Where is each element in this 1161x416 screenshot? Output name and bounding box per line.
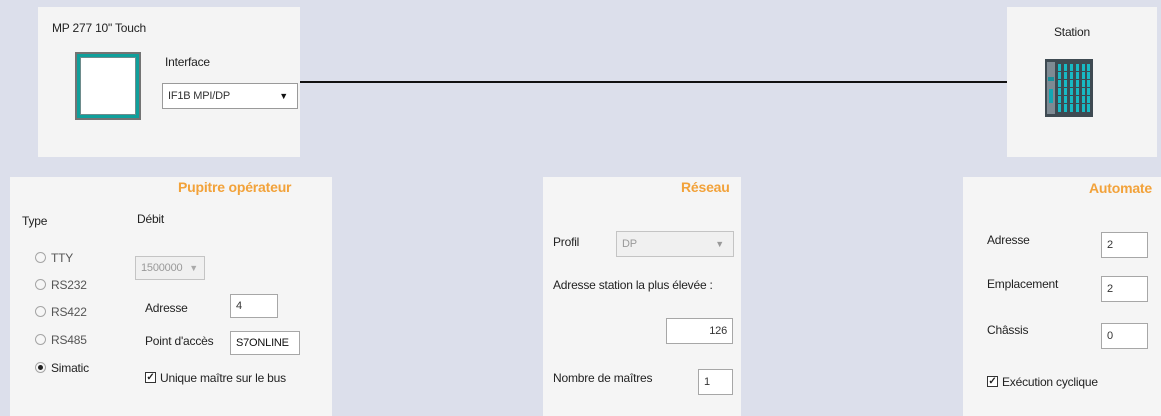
type-option-rs422[interactable]: RS422	[35, 305, 125, 321]
type-label: Type	[22, 214, 48, 228]
access-point-label: Point d'accès	[145, 334, 214, 348]
debit-select-value: 1500000	[141, 262, 183, 274]
type-option-tty[interactable]: TTY	[35, 251, 125, 267]
simatic-radio[interactable]	[35, 362, 46, 373]
plc-address-label: Adresse	[987, 233, 1030, 247]
rs422-label: RS422	[51, 305, 87, 319]
cyclic-execution-checkbox[interactable]: ✓	[987, 376, 998, 387]
plc-title: Automate	[1089, 180, 1152, 196]
tty-radio[interactable]	[35, 252, 46, 263]
rack-input[interactable]: 0	[1101, 323, 1148, 349]
rs232-radio[interactable]	[35, 279, 46, 290]
profile-select-value: DP	[622, 238, 637, 250]
plc-address-input-value: 2	[1107, 239, 1113, 251]
access-point-input[interactable]: S7ONLINE	[230, 331, 300, 355]
single-master-checkbox-row[interactable]: ✓ Unique maître sur le bus	[145, 371, 325, 387]
chevron-down-icon: ▼	[715, 239, 724, 249]
rs485-label: RS485	[51, 333, 87, 347]
tty-label: TTY	[51, 251, 74, 265]
network-connection-line	[300, 81, 1007, 83]
hmi-device-name: MP 277 10" Touch	[52, 21, 147, 35]
station-rack-icon[interactable]	[1045, 59, 1093, 117]
address-input-value: 4	[236, 300, 242, 312]
hmi-device-icon[interactable]	[75, 52, 141, 120]
slot-input[interactable]: 2	[1101, 276, 1148, 302]
rs422-radio[interactable]	[35, 306, 46, 317]
highest-address-label: Adresse station la plus élevée :	[553, 278, 713, 292]
type-option-rs485[interactable]: RS485	[35, 333, 125, 349]
interface-select[interactable]: IF1B MPI/DP ▼	[162, 83, 298, 109]
plc-address-input[interactable]: 2	[1101, 232, 1148, 258]
debit-label: Débit	[137, 212, 165, 226]
rs232-label: RS232	[51, 278, 87, 292]
highest-address-input[interactable]: 126	[666, 318, 733, 344]
station-box: Station	[1007, 7, 1157, 157]
interface-select-value: IF1B MPI/DP	[168, 90, 230, 102]
chevron-down-icon: ▼	[189, 263, 198, 273]
highest-address-input-value: 126	[709, 325, 727, 337]
hmi-device-box: MP 277 10" Touch Interface IF1B MPI/DP ▼	[38, 7, 300, 157]
hmi-screen	[80, 57, 136, 115]
masters-input-value: 1	[704, 376, 710, 388]
plc-section: Automate Adresse 2 Emplacement 2 Châssis…	[963, 177, 1161, 416]
masters-label: Nombre de maîtres	[553, 371, 653, 385]
slot-label: Emplacement	[987, 277, 1059, 291]
plc-station-icon	[1045, 59, 1093, 117]
single-master-checkbox[interactable]: ✓	[145, 372, 156, 383]
cyclic-execution-checkbox-row[interactable]: ✓ Exécution cyclique	[987, 375, 1147, 391]
single-master-label: Unique maître sur le bus	[160, 371, 286, 385]
rs485-radio[interactable]	[35, 334, 46, 345]
rack-input-value: 0	[1107, 330, 1113, 342]
station-label: Station	[1054, 25, 1090, 39]
chevron-down-icon: ▼	[279, 91, 288, 101]
rack-label: Châssis	[987, 323, 1029, 337]
network-title: Réseau	[681, 179, 730, 195]
profile-label: Profil	[553, 235, 580, 249]
access-point-input-value: S7ONLINE	[236, 337, 289, 349]
profile-select[interactable]: DP ▼	[616, 231, 734, 257]
type-option-rs232[interactable]: RS232	[35, 278, 125, 294]
slot-input-value: 2	[1107, 283, 1113, 295]
address-input[interactable]: 4	[230, 294, 278, 318]
debit-select[interactable]: 1500000 ▼	[135, 256, 205, 280]
network-section: Réseau Profil DP ▼ Adresse station la pl…	[543, 177, 741, 416]
type-option-simatic[interactable]: Simatic	[35, 361, 125, 377]
address-label: Adresse	[145, 301, 188, 315]
operator-panel-title: Pupitre opérateur	[178, 179, 292, 195]
masters-input[interactable]: 1	[698, 369, 733, 395]
interface-label: Interface	[165, 55, 210, 69]
cyclic-execution-label: Exécution cyclique	[1002, 375, 1098, 389]
simatic-label: Simatic	[51, 361, 89, 375]
operator-panel-section: Pupitre opérateur Type Débit TTY RS232 R…	[10, 177, 332, 416]
